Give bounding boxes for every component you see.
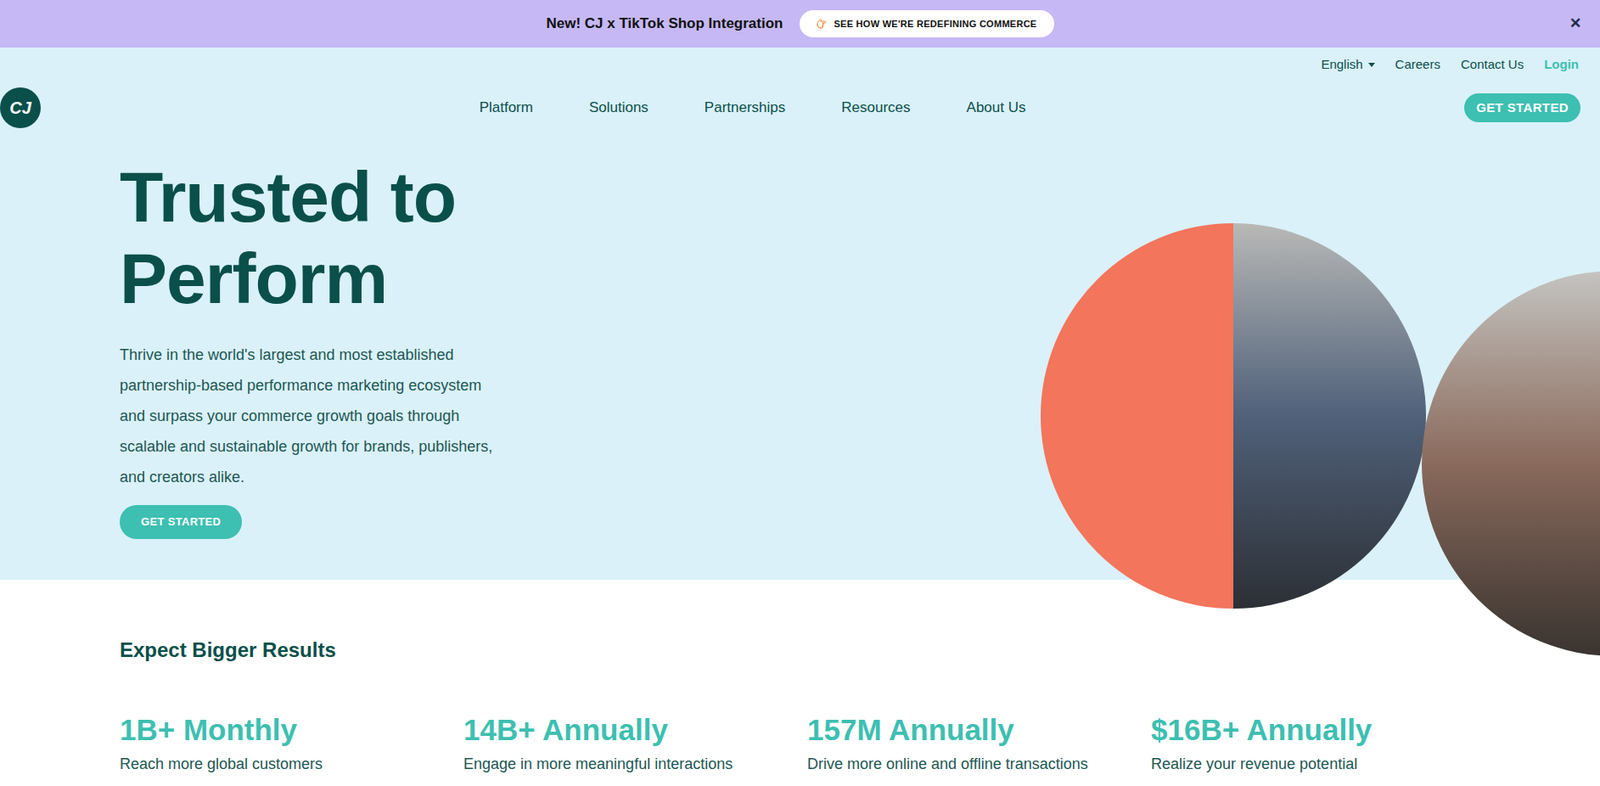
hero-get-started[interactable]: GET STARTED (119, 505, 242, 539)
stat: $16B+ Annually Realize your revenue poten… (1150, 714, 1495, 775)
main-nav: CJ Platform Solutions Partnerships Resources… (0, 81, 1600, 135)
nav-item[interactable]: Platform (479, 96, 534, 119)
page: New! CJ x TikTok Shop Integration SEE HOW… (0, 0, 1600, 786)
stat-value: 1B+ Monthly (119, 714, 464, 746)
banner-text: New! CJ x TikTok Shop Integration (545, 12, 783, 35)
utility-nav: English Careers Contact Us Login (0, 47, 1600, 82)
hero-title: Trusted toPerform (119, 156, 527, 320)
stat-label: Reach more global customers (119, 753, 464, 775)
utility-link[interactable]: Contact Us (1460, 55, 1524, 75)
login-link[interactable]: Login (1543, 55, 1579, 75)
caret-icon (1368, 62, 1376, 68)
nav-item[interactable]: Resources (841, 96, 910, 119)
nav-item[interactable]: About Us (966, 96, 1027, 119)
hero-content: Trusted toPerform Thrive in the world's l… (0, 156, 527, 539)
stat-label: Drive more online and offline transactio… (807, 753, 1151, 775)
results-title: Expect Bigger Results (119, 637, 1600, 663)
stat-value: 157M Annually (807, 714, 1151, 746)
header-get-started[interactable]: GET STARTED (1464, 93, 1581, 123)
nav-item[interactable]: Partnerships (704, 96, 786, 119)
promo-banner: New! CJ x TikTok Shop Integration SEE HOW… (0, 0, 1600, 48)
photo-circle (1040, 223, 1426, 609)
photo-circle (1421, 270, 1600, 657)
pointing-hand-icon (816, 18, 827, 29)
stat-value: 14B+ Annually (463, 714, 808, 746)
banner-button[interactable]: SEE HOW WE'RE REDEFINING COMMERCE (799, 10, 1054, 38)
stat-label: Engage in more meaningful interactions (463, 753, 808, 775)
hero-body: Thrive in the world's largest and most e… (119, 339, 502, 493)
stat-label: Realize your revenue potential (1150, 753, 1495, 775)
photo (1233, 223, 1426, 609)
stat: 14B+ Annually Engage in more meaningful i… (463, 714, 808, 775)
photo (1421, 270, 1600, 657)
hero-band: English Careers Contact Us Login CJ Platform S… (0, 47, 1600, 580)
logo[interactable]: CJ (0, 87, 41, 129)
banner-close[interactable]: ✕ (1569, 12, 1582, 35)
utility-link[interactable]: Careers (1395, 55, 1441, 75)
stat: 1B+ Monthly Reach more global customers (119, 714, 464, 775)
stat-value: $16B+ Annually (1150, 714, 1495, 746)
results-section: Expect Bigger Results 1B+ Monthly Reach mo… (0, 579, 1600, 775)
nav-item[interactable]: Solutions (589, 96, 649, 119)
stat: 157M Annually Drive more online and offli… (807, 714, 1151, 775)
language-select[interactable]: English (1320, 55, 1375, 75)
